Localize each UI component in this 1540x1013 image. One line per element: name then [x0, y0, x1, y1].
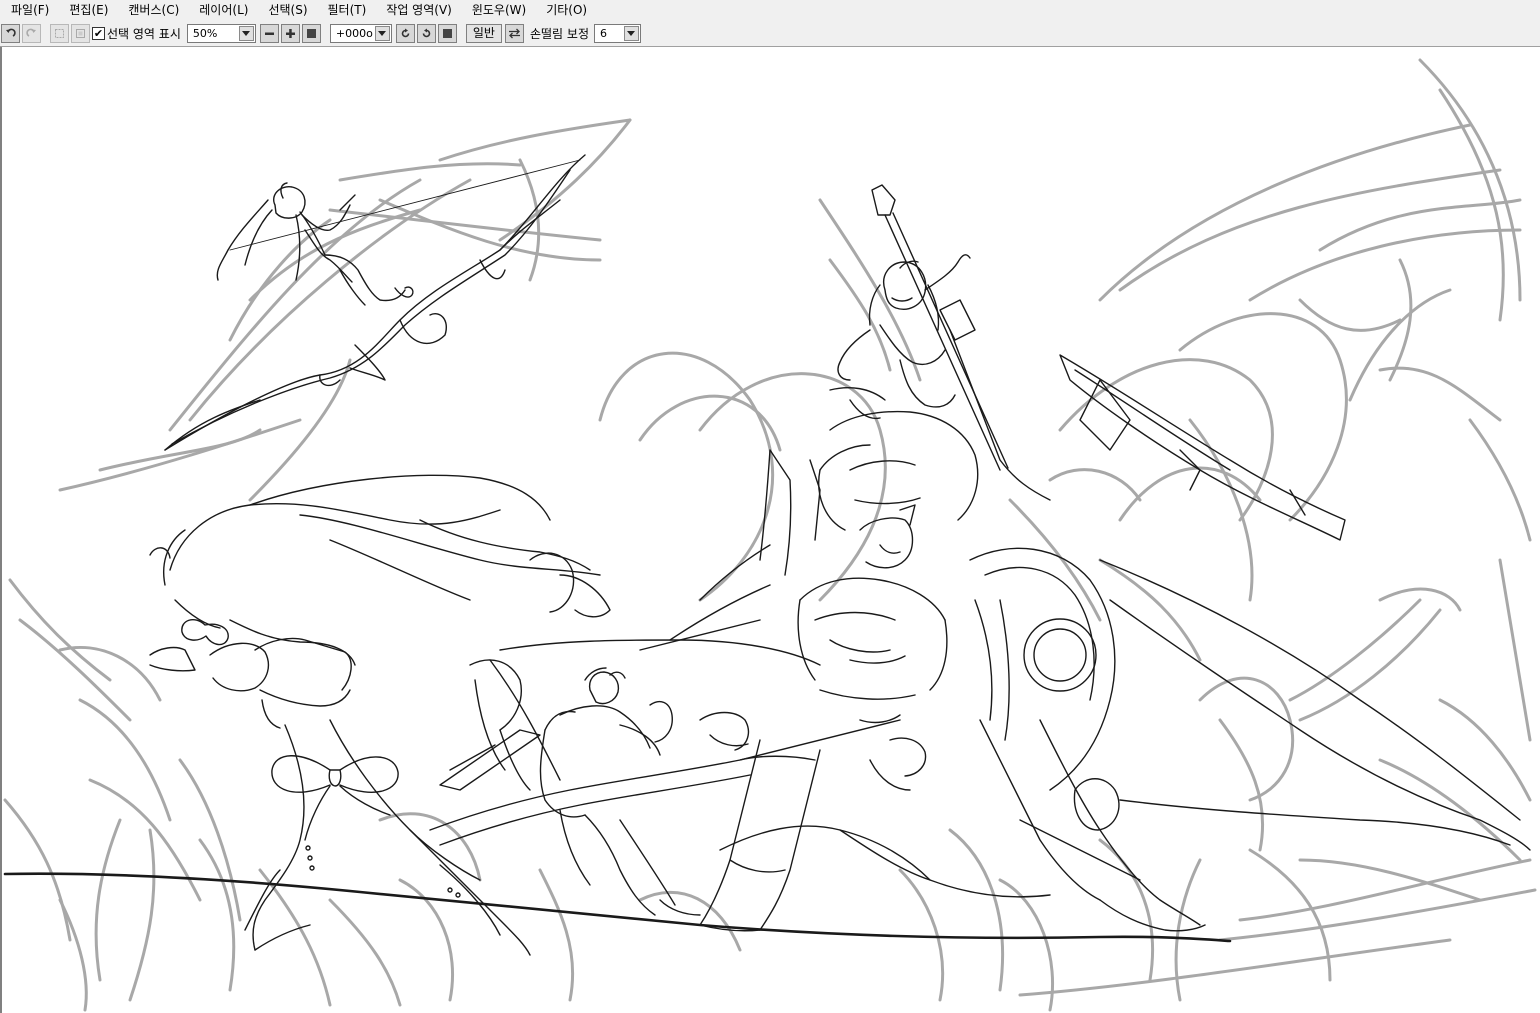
zoom-select[interactable]: 50%: [186, 23, 256, 43]
zoom-out-button[interactable]: [259, 23, 279, 43]
show-selection-checkbox[interactable]: ✔: [92, 26, 105, 40]
square-icon: [306, 28, 316, 38]
menu-filter[interactable]: 필터(T): [321, 0, 374, 20]
ink-layer: [3, 154, 1531, 956]
show-selection-label: 선택 영역 표시: [107, 26, 181, 41]
menu-workspace[interactable]: 작업 영역(V): [379, 0, 459, 20]
menu-canvas[interactable]: 캔버스(C): [121, 0, 186, 20]
undo-icon: [6, 28, 16, 37]
deselect-button[interactable]: [50, 23, 69, 43]
rotation-select[interactable]: +000o: [329, 23, 392, 43]
rotate-left-button[interactable]: [395, 23, 415, 43]
canvas-border: [0, 47, 2, 1013]
sketch-layer: [3, 58, 1537, 1012]
minus-icon: [264, 32, 274, 35]
chevron-down-icon[interactable]: [238, 25, 254, 41]
redo-button[interactable]: [22, 23, 41, 43]
menu-select[interactable]: 선택(S): [261, 0, 314, 20]
deselect-icon: [55, 28, 64, 38]
menu-layer[interactable]: 레이어(L): [192, 0, 255, 20]
rotation-value: +000o: [335, 26, 373, 40]
swordsman-figure: [429, 667, 901, 916]
flip-horizontal-icon: [508, 28, 520, 38]
spear-girl-figure: [818, 184, 1346, 541]
chevron-down-icon[interactable]: [374, 25, 390, 41]
mode-button[interactable]: 일반: [465, 23, 502, 43]
artwork-lineart: [3, 58, 1537, 1012]
redo-icon: [26, 28, 36, 37]
long-hair-girl-figure: [149, 474, 611, 956]
zoom-reset-button[interactable]: [301, 23, 321, 43]
zoom-value: 50%: [192, 26, 218, 40]
rotate-reset-button[interactable]: [437, 23, 457, 43]
menu-window[interactable]: 윈도우(W): [465, 0, 533, 20]
invert-selection-icon: [76, 28, 85, 38]
plus-icon: [285, 28, 295, 38]
flip-button[interactable]: [504, 23, 524, 43]
stabilizer-label: 손떨림 보정: [529, 26, 589, 41]
menu-file[interactable]: 파일(F): [4, 0, 56, 20]
toolbar: ✔ 선택 영역 표시 50% +000o 일반 손떨림 보정 6: [0, 20, 1540, 47]
undo-button[interactable]: [1, 23, 20, 43]
rotate-right-button[interactable]: [416, 23, 436, 43]
square-icon: [442, 28, 452, 38]
stabilizer-value: 6: [599, 26, 607, 40]
menu-edit[interactable]: 편집(E): [62, 0, 115, 20]
rotate-right-icon: [422, 28, 431, 37]
stabilizer-select[interactable]: 6: [593, 23, 641, 43]
menu-bar: 파일(F) 편집(E) 캔버스(C) 레이어(L) 선택(S) 필터(T) 작업…: [0, 0, 1540, 20]
show-selection-toggle[interactable]: ✔ 선택 영역 표시: [92, 24, 181, 43]
zoom-in-button[interactable]: [280, 23, 300, 43]
chevron-down-icon[interactable]: [623, 25, 639, 41]
invert-selection-button[interactable]: [71, 23, 90, 43]
drawing-canvas[interactable]: [0, 47, 1540, 1013]
archer-figure: [164, 154, 586, 451]
menu-other[interactable]: 기타(O): [539, 0, 594, 20]
rotate-left-icon: [401, 28, 410, 37]
